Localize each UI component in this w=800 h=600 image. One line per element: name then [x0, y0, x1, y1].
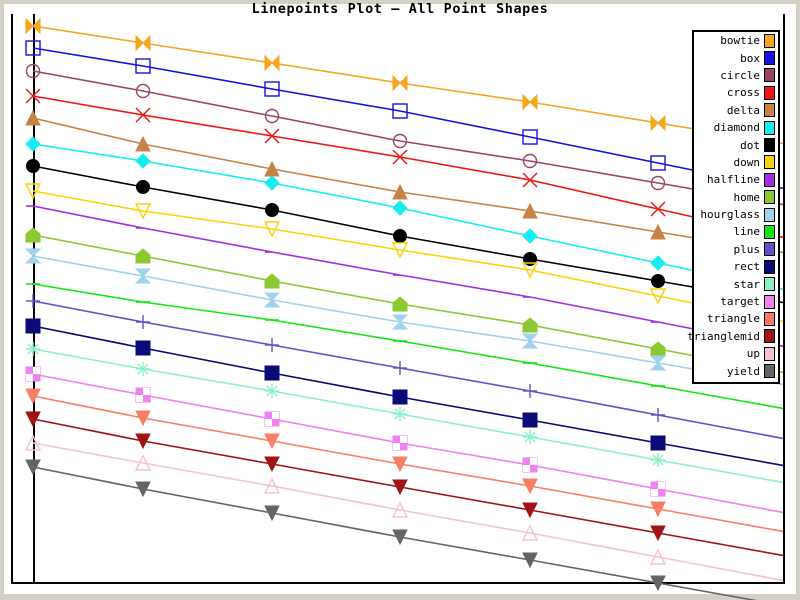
legend-item-trianglemid[interactable]: trianglemid — [687, 328, 778, 345]
legend-item-label: bowtie — [720, 34, 760, 48]
legend-color-swatch — [764, 190, 775, 205]
legend-color-swatch — [764, 103, 775, 118]
legend-item-label: box — [740, 51, 760, 65]
legend-item-label: trianglemid — [687, 329, 760, 343]
legend-color-swatch — [764, 155, 775, 170]
legend-item-plus[interactable]: plus — [694, 241, 778, 258]
legend-item-label: home — [733, 190, 761, 204]
legend-color-swatch — [764, 85, 775, 100]
legend-item-home[interactable]: home — [694, 189, 778, 206]
legend-color-swatch — [764, 33, 775, 48]
legend-item-triangle[interactable]: triangle — [694, 310, 778, 327]
legend-color-swatch — [764, 277, 775, 292]
legend-color-swatch — [764, 329, 775, 344]
legend-item-label: yield — [726, 364, 760, 378]
legend-color-swatch — [764, 207, 775, 222]
legend-color-swatch — [764, 346, 775, 361]
legend-item-bowtie[interactable]: bowtie — [694, 32, 778, 49]
legend-item-box[interactable]: box — [694, 49, 778, 66]
plot-frame — [11, 14, 785, 584]
legend-color-swatch — [764, 294, 775, 309]
legend-item-target[interactable]: target — [694, 293, 778, 310]
plot-window: Linepoints Plot – All Point Shapes bowti… — [0, 0, 800, 600]
legend-item-label: dot — [740, 138, 760, 152]
legend[interactable]: bowtie box circle cross delta diamond dot down h… — [687, 30, 780, 384]
legend-color-swatch — [764, 51, 775, 66]
legend-item-line[interactable]: line — [694, 223, 778, 240]
legend-item-label: target — [720, 295, 760, 309]
legend-item-delta[interactable]: delta — [694, 102, 778, 119]
legend-item-label: cross — [726, 86, 760, 100]
legend-color-swatch — [764, 242, 775, 257]
legend-item-rect[interactable]: rect — [694, 258, 778, 275]
legend-color-swatch — [764, 138, 775, 153]
legend-item-up[interactable]: up — [694, 345, 778, 362]
legend-item-star[interactable]: star — [694, 275, 778, 292]
legend-item-label: up — [746, 347, 760, 361]
legend-item-halfline[interactable]: halfline — [694, 171, 778, 188]
legend-color-swatch — [764, 224, 775, 239]
legend-item-dot[interactable]: dot — [694, 136, 778, 153]
legend-item-label: halfline — [707, 173, 760, 187]
legend-item-label: diamond — [713, 121, 760, 135]
legend-item-label: triangle — [707, 312, 760, 326]
legend-item-yield[interactable]: yield — [694, 362, 778, 379]
legend-color-swatch — [764, 364, 775, 379]
legend-item-diamond[interactable]: diamond — [694, 119, 778, 136]
legend-item-label: hourglass — [700, 208, 760, 222]
legend-item-label: down — [733, 155, 761, 169]
legend-item-label: rect — [733, 260, 761, 274]
legend-item-label: circle — [720, 68, 760, 82]
legend-item-label: plus — [733, 242, 761, 256]
legend-color-swatch — [764, 68, 775, 83]
legend-item-label: line — [733, 225, 761, 239]
legend-item-circle[interactable]: circle — [694, 67, 778, 84]
legend-item-down[interactable]: down — [694, 154, 778, 171]
legend-color-swatch — [764, 259, 775, 274]
legend-item-label: star — [733, 277, 761, 291]
legend-item-hourglass[interactable]: hourglass — [694, 206, 778, 223]
legend-item-label: delta — [726, 103, 760, 117]
legend-color-swatch — [764, 311, 775, 326]
y-axis-line — [33, 14, 35, 584]
legend-item-cross[interactable]: cross — [694, 84, 778, 101]
legend-color-swatch — [764, 172, 775, 187]
legend-color-swatch — [764, 120, 775, 135]
